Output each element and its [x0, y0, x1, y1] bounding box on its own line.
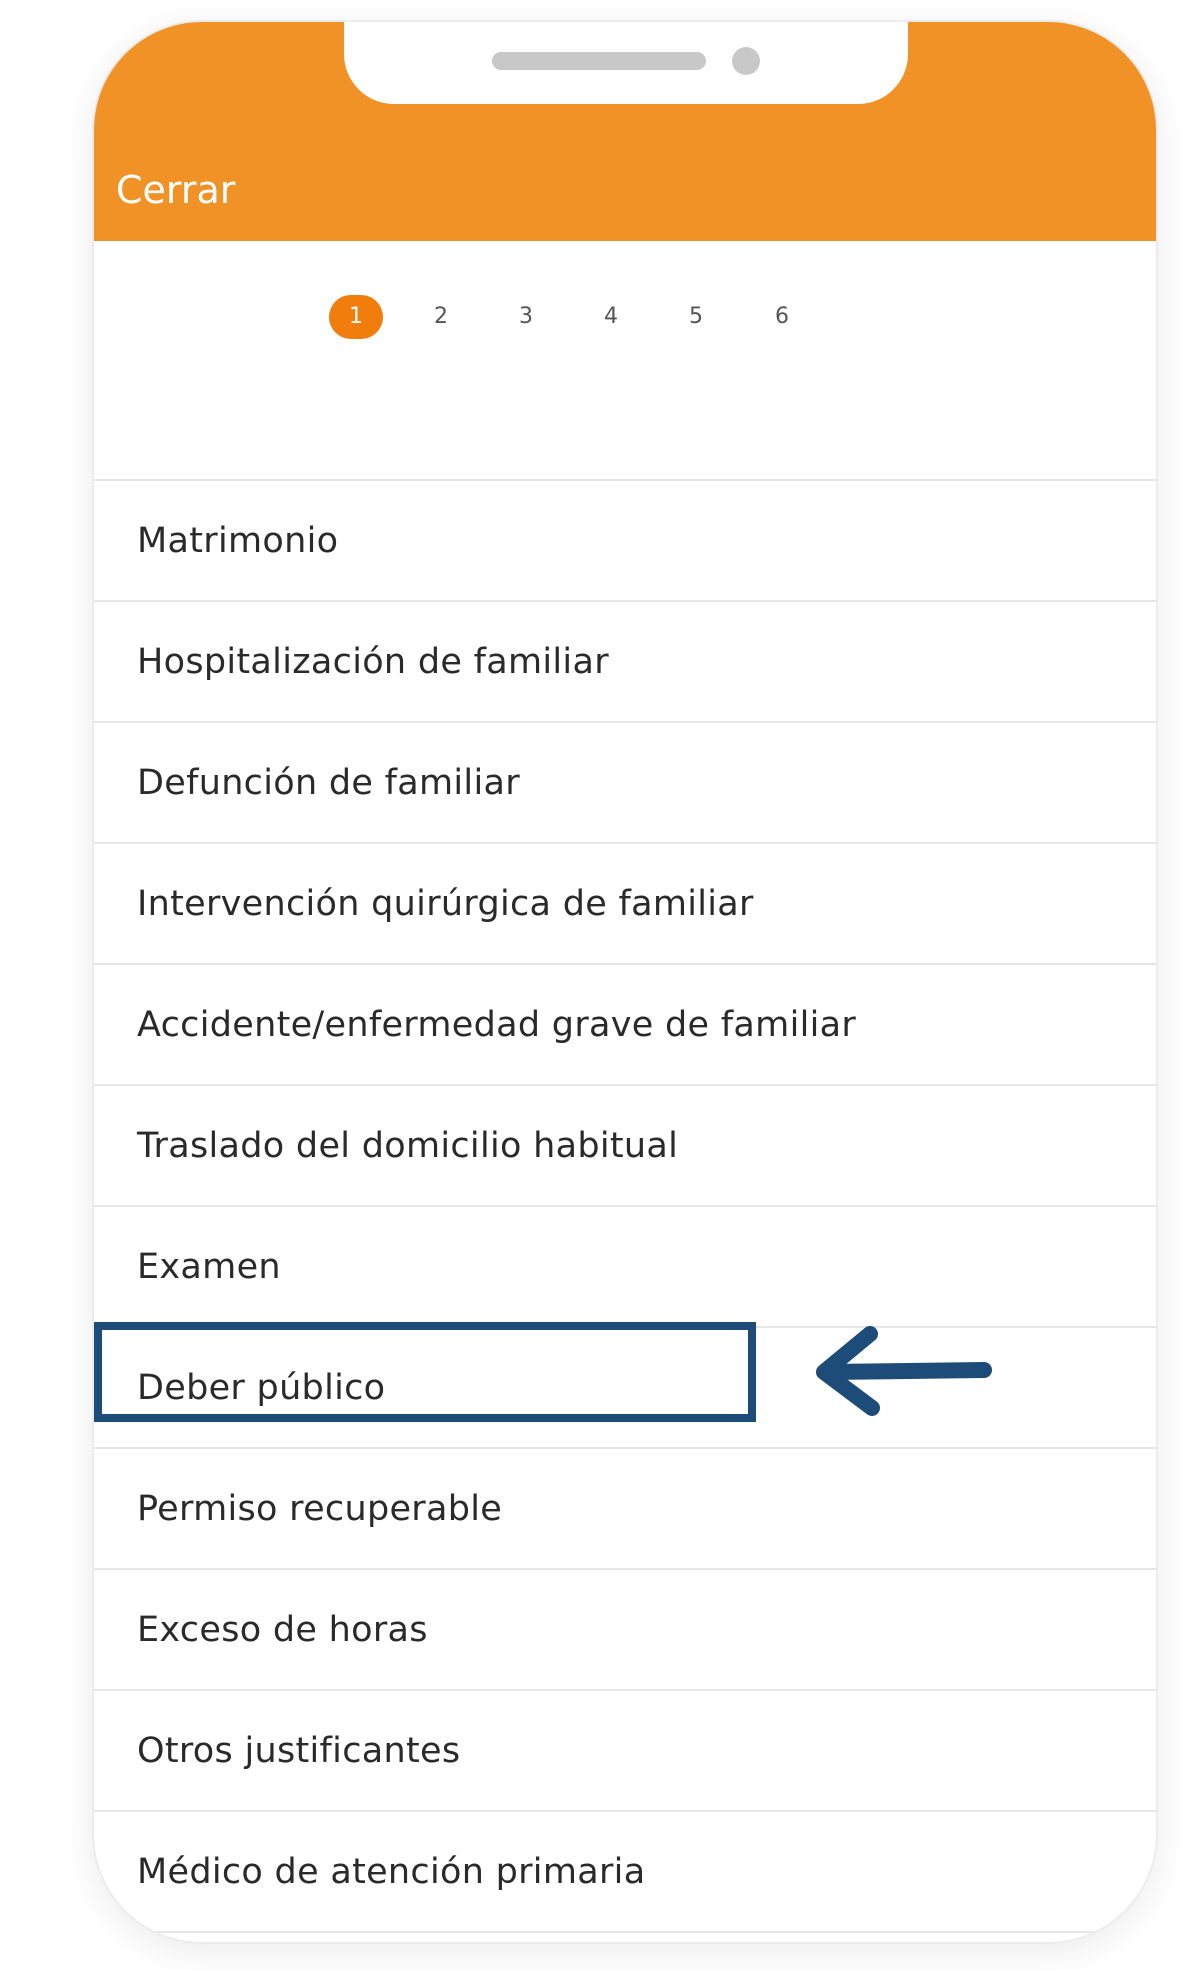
- list-item-label: Otros justificantes: [137, 1731, 461, 1771]
- list-item-medico-atencion-primaria[interactable]: Médico de atención primaria: [94, 1812, 1156, 1933]
- list-item-traslado[interactable]: Traslado del domicilio habitual: [94, 1086, 1156, 1207]
- list-item-defuncion[interactable]: Defunción de familiar: [94, 723, 1156, 844]
- list-item-label: Examen: [137, 1247, 281, 1287]
- camera-icon: [732, 47, 760, 75]
- absence-type-list: Matrimonio Hospitalización de familiar D…: [94, 481, 1156, 1933]
- step-pagination: 1 2 3 4 5 6: [94, 241, 1156, 481]
- step-5[interactable]: 5: [669, 295, 723, 339]
- step-3[interactable]: 3: [499, 295, 553, 339]
- left-arrow-icon: [816, 1326, 992, 1416]
- list-item-label: Exceso de horas: [137, 1610, 428, 1650]
- list-item-label: Defunción de familiar: [137, 763, 520, 803]
- phone-frame: Cerrar 1 2 3 4 5 6 Matrimonio Hospitaliz…: [92, 20, 1158, 1944]
- list-item-accidente[interactable]: Accidente/enfermedad grave de familiar: [94, 965, 1156, 1086]
- list-item-label: Intervención quirúrgica de familiar: [137, 884, 754, 924]
- list-item-label: Matrimonio: [137, 521, 339, 561]
- list-item-label: Médico de atención primaria: [137, 1852, 646, 1892]
- step-6[interactable]: 6: [755, 295, 809, 339]
- step-1[interactable]: 1: [329, 295, 383, 339]
- list-item-examen[interactable]: Examen: [94, 1207, 1156, 1328]
- list-item-exceso-horas[interactable]: Exceso de horas: [94, 1570, 1156, 1691]
- list-item-permiso-recuperable[interactable]: Permiso recuperable: [94, 1449, 1156, 1570]
- list-item-intervencion[interactable]: Intervención quirúrgica de familiar: [94, 844, 1156, 965]
- phone-notch: [344, 22, 908, 104]
- step-2[interactable]: 2: [414, 295, 468, 339]
- app-header: Cerrar: [94, 22, 1156, 241]
- list-item-label: Traslado del domicilio habitual: [137, 1126, 679, 1166]
- close-button[interactable]: Cerrar: [116, 168, 235, 212]
- list-item-otros-justificantes[interactable]: Otros justificantes: [94, 1691, 1156, 1812]
- speaker-icon: [492, 52, 706, 70]
- step-4[interactable]: 4: [584, 295, 638, 339]
- list-item-label: Permiso recuperable: [137, 1489, 503, 1529]
- list-item-label: Accidente/enfermedad grave de familiar: [137, 1005, 857, 1045]
- highlight-box: [94, 1322, 756, 1422]
- list-item-matrimonio[interactable]: Matrimonio: [94, 481, 1156, 602]
- list-item-hospitalizacion[interactable]: Hospitalización de familiar: [94, 602, 1156, 723]
- list-item-label: Hospitalización de familiar: [137, 642, 609, 682]
